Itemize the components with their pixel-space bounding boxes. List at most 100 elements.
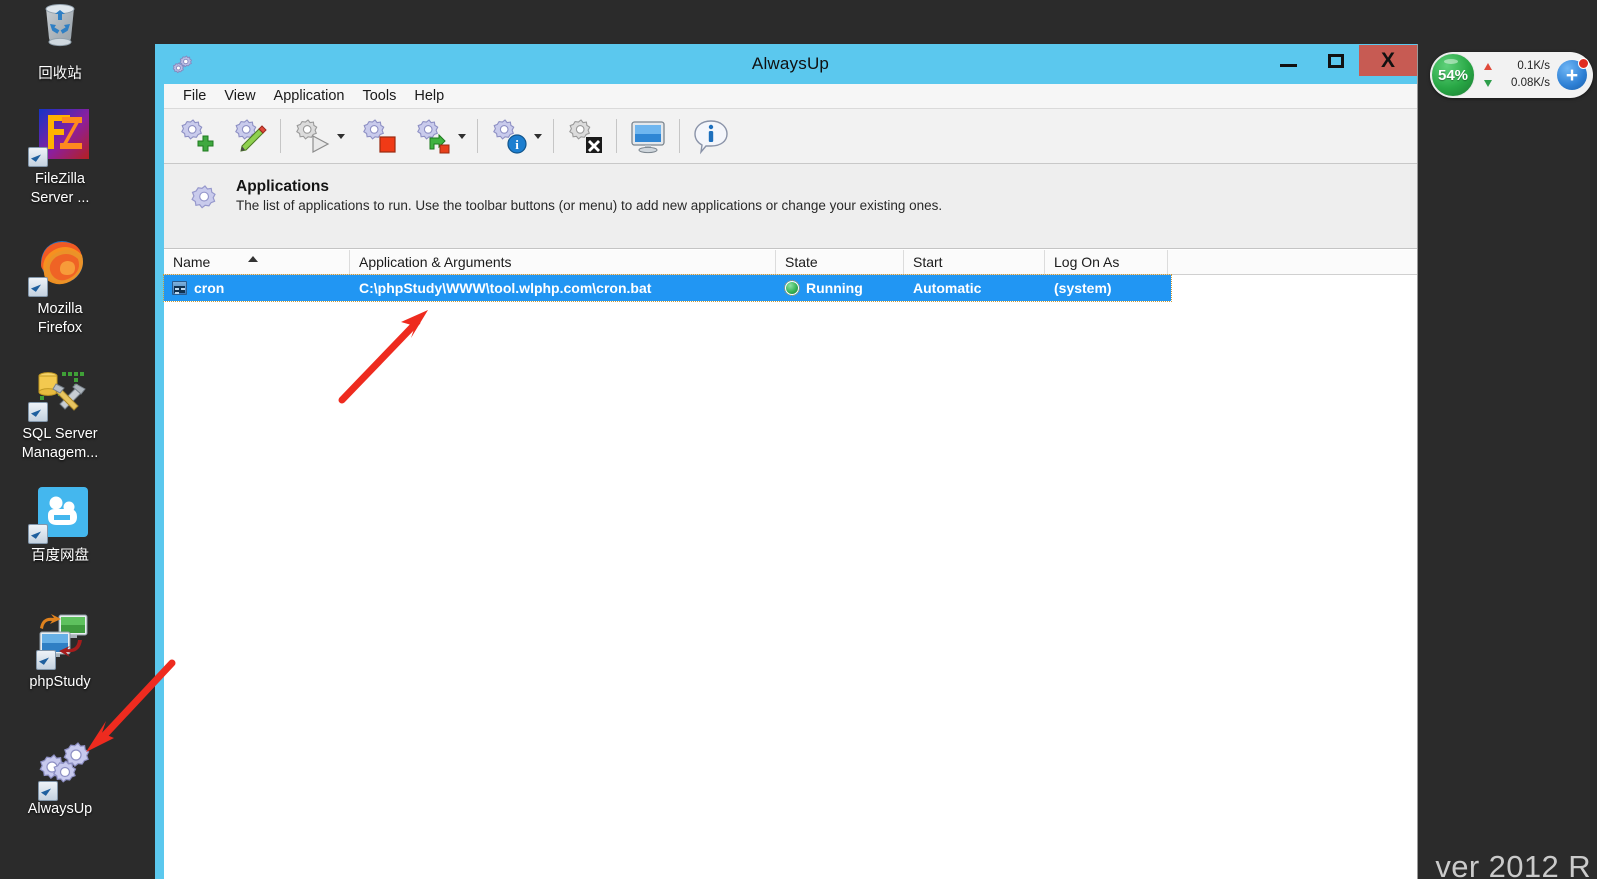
desktop-icon-filezilla-server[interactable]: FileZilla Server ... xyxy=(0,105,120,208)
window-title: AlwaysUp xyxy=(751,54,830,73)
cell-name: cron xyxy=(164,275,350,301)
stop-application-button[interactable] xyxy=(357,114,401,158)
network-rates: 0.1K/s 0.08K/s xyxy=(1482,58,1550,92)
desktop-icon-label: Mozilla Firefox xyxy=(37,301,83,336)
panel-title: Applications xyxy=(236,178,330,195)
maximize-button[interactable] xyxy=(1312,45,1359,76)
svg-text:i: i xyxy=(515,137,519,152)
upload-rate: 0.1K/s xyxy=(1517,60,1550,72)
column-header-label: Log On As xyxy=(1054,254,1120,270)
column-start[interactable]: Start xyxy=(904,250,1045,274)
toolbar-group-stop xyxy=(352,113,406,160)
start-dropdown-caret[interactable] xyxy=(334,114,347,158)
menu-bar: File View Application Tools Help xyxy=(164,84,1417,109)
column-filler xyxy=(1168,250,1417,274)
cpu-usage-badge: 54% xyxy=(1431,53,1475,97)
restart-dropdown-caret[interactable] xyxy=(455,114,468,158)
edit-application-button[interactable] xyxy=(227,114,271,158)
maximize-icon xyxy=(1327,53,1344,68)
menu-view[interactable]: View xyxy=(215,86,264,106)
cell-start: Automatic xyxy=(913,280,982,296)
menu-tools[interactable]: Tools xyxy=(353,86,405,106)
desktop-icon-baidu-netdisk[interactable]: 百度网盘 xyxy=(0,482,120,566)
window-titlebar[interactable]: AlwaysUp X xyxy=(164,44,1417,84)
column-application[interactable]: Application & Arguments xyxy=(350,250,776,274)
phpstudy-icon xyxy=(30,608,90,670)
shortcut-overlay-icon xyxy=(36,650,56,670)
remove-application-button[interactable] xyxy=(563,114,607,158)
toolbar-group-about xyxy=(684,113,738,160)
column-state[interactable]: State xyxy=(776,250,904,274)
list-column-headers: Name Application & Arguments State Start… xyxy=(164,250,1417,275)
console-button[interactable] xyxy=(626,114,670,158)
report-activity-button[interactable]: i xyxy=(487,114,531,158)
minimize-button[interactable] xyxy=(1265,45,1312,76)
chevron-down-icon xyxy=(457,133,466,139)
toolbar-separator xyxy=(477,119,478,153)
toolbar-separator xyxy=(616,119,617,153)
restart-application-button[interactable] xyxy=(411,114,455,158)
menu-application[interactable]: Application xyxy=(265,86,354,106)
toolbar-group-report: i xyxy=(482,113,549,160)
toolbar-group-console xyxy=(621,113,675,160)
desktop-icon-label: SQL Server Managem... xyxy=(21,426,99,461)
column-logonas[interactable]: Log On As xyxy=(1045,250,1168,274)
menu-file[interactable]: File xyxy=(174,86,215,106)
chevron-down-icon xyxy=(533,133,542,139)
alwaysup-window: AlwaysUp X File View Application Tools H… xyxy=(155,44,1418,879)
desktop-icon-alwaysup[interactable]: AlwaysUp xyxy=(0,735,120,819)
column-name[interactable]: Name xyxy=(164,250,350,274)
plus-icon: + xyxy=(1565,63,1579,87)
shortcut-overlay-icon xyxy=(28,277,48,297)
toolbar-group-edit xyxy=(222,113,276,160)
shortcut-overlay-icon xyxy=(38,781,58,801)
add-application-button[interactable] xyxy=(173,114,217,158)
filezilla-icon xyxy=(28,105,90,167)
toolbar-group-remove xyxy=(558,113,612,160)
toolbar-group-start xyxy=(285,113,352,160)
shortcut-overlay-icon xyxy=(28,402,48,422)
cell-state: Running xyxy=(776,275,904,301)
toolbar-group-restart xyxy=(406,113,473,160)
widget-add-button[interactable]: + xyxy=(1557,58,1589,90)
download-arrow-icon xyxy=(1484,80,1492,87)
column-header-label: Start xyxy=(913,254,943,270)
row-state-text: Running xyxy=(806,280,863,296)
desktop-icon-recycle-bin[interactable]: 回收站 xyxy=(0,0,120,84)
panel-subtitle: The list of applications to run. Use the… xyxy=(236,198,943,213)
network-speed-widget[interactable]: 54% 0.1K/s 0.08K/s + xyxy=(1430,52,1593,98)
console-window-icon xyxy=(172,281,187,295)
chevron-down-icon xyxy=(336,133,345,139)
table-row[interactable]: cron C:\phpStudy\WWW\tool.wlphp.com\cron… xyxy=(163,274,1172,302)
desktop-icon-label: 回收站 xyxy=(38,66,82,82)
toolbar-group-add xyxy=(168,113,222,160)
shortcut-overlay-icon xyxy=(28,524,48,544)
upload-arrow-icon xyxy=(1484,63,1492,70)
desktop-icon-mozilla-firefox[interactable]: Mozilla Firefox xyxy=(0,235,120,338)
notification-dot-icon xyxy=(1578,58,1589,69)
desktop-icon-label: 百度网盘 xyxy=(31,548,89,564)
shortcut-overlay-icon xyxy=(28,147,48,167)
desktop-icon-label: AlwaysUp xyxy=(27,801,93,817)
menu-help[interactable]: Help xyxy=(405,86,453,106)
applications-header-panel: Applications The list of applications to… xyxy=(164,164,1417,249)
close-icon: X xyxy=(1380,49,1395,72)
minimize-icon xyxy=(1280,63,1297,67)
window-controls: X xyxy=(1265,44,1417,84)
column-header-label: Application & Arguments xyxy=(359,254,512,270)
desktop-icon-label: FileZilla Server ... xyxy=(30,171,90,206)
desktop-icon-sql-server-management[interactable]: SQL Server Managem... xyxy=(0,360,120,463)
toolbar-separator xyxy=(679,119,680,153)
row-name-text: cron xyxy=(194,280,225,296)
close-button[interactable]: X xyxy=(1359,45,1417,76)
desktop-icon-phpstudy[interactable]: phpStudy xyxy=(0,608,120,692)
toolbar: i xyxy=(164,109,1417,164)
column-header-label: Name xyxy=(173,254,211,270)
column-header-label: State xyxy=(785,254,818,270)
sql-server-icon xyxy=(28,360,90,422)
report-dropdown-caret[interactable] xyxy=(531,114,544,158)
start-application-button[interactable] xyxy=(290,114,334,158)
desktop-icon-label: phpStudy xyxy=(29,674,91,690)
sort-ascending-icon xyxy=(248,256,258,262)
about-button[interactable] xyxy=(689,114,733,158)
